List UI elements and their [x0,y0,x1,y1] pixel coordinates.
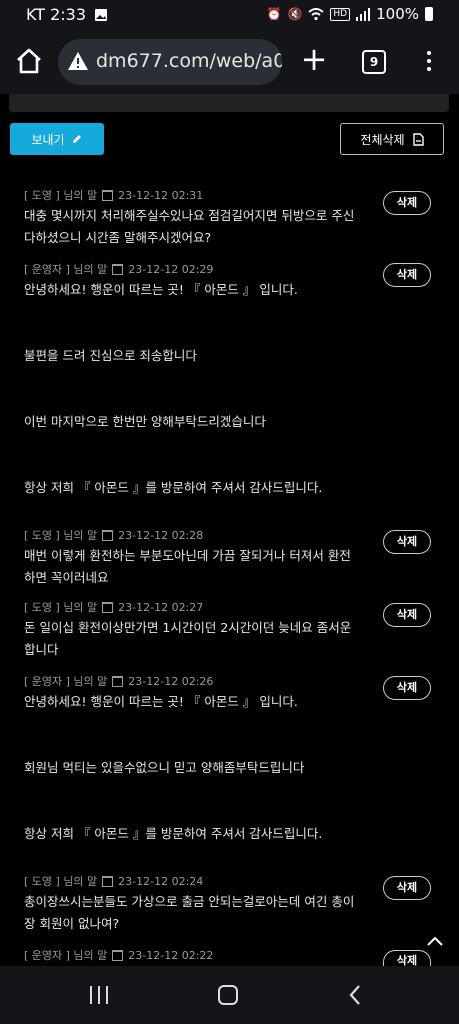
new-tab-plus-icon[interactable]: + [298,43,330,76]
address-bar[interactable]: dm677.com/web/a0 [58,39,282,85]
battery-icon [425,7,433,21]
message-time: 23-12-12 02:29 [128,262,214,276]
delete-button[interactable]: 삭제 [383,876,431,900]
carrier-time: KT 2:33 [26,5,87,24]
message-meta: [ 운영자 ] 님의 말 23-12-12 02:22 [24,948,374,963]
wifi-icon [308,7,325,20]
calendar-icon [102,189,114,201]
calendar-icon [112,675,124,687]
tab-switcher-button[interactable]: 9 [362,50,386,74]
message-sender: [ 도영 ] 님의 말 [24,529,98,542]
system-nav-bar [0,966,459,1024]
message-item: [ 운영자 ] 님의 말 23-12-12 02:26 안녕하세요! 행운이 따… [24,674,374,845]
delete-button[interactable]: 삭제 [383,676,431,700]
home-icon[interactable] [14,46,44,76]
battery-percent: 100% [376,5,419,23]
message-meta: [ 운영자 ] 님의 말 23-12-12 02:29 [24,262,374,277]
calendar-icon [112,263,124,275]
delete-button[interactable]: 삭제 [383,530,431,554]
gallery-notification-icon [95,8,108,21]
message-time: 23-12-12 02:22 [128,948,214,962]
calendar-icon [102,875,114,887]
message-item: [ 도영 ] 님의 말 23-12-12 02:27 돈 일이십 환전이상만가면… [24,600,374,661]
message-time: 23-12-12 02:27 [118,600,204,614]
message-sender: [ 도영 ] 님의 말 [24,875,98,888]
message-item: [ 도영 ] 님의 말 23-12-12 02:24 총이장쓰시는분들도 가상으… [24,874,374,935]
message-meta: [ 도영 ] 님의 말 23-12-12 02:24 [24,874,374,889]
signal-icon [356,7,371,21]
delete-all-label: 전체삭제 [360,132,405,147]
message-meta: [ 도영 ] 님의 말 23-12-12 02:27 [24,600,374,615]
pencil-icon [72,135,81,143]
message-text: 총이장쓰시는분들도 가상으로 출금 안되는걸로아는데 여긴 총이 장 회원이 없… [24,894,355,931]
warning-icon[interactable] [67,51,89,71]
send-button[interactable]: 보내기 [10,123,104,155]
status-left: KT 2:33 [26,5,108,24]
message-time: 23-12-12 02:28 [118,528,204,542]
mute-icon: 🔇 [287,7,303,21]
message-text: 매번 이렇게 환전하는 부분도아닌데 가끔 잘되거나 터져서 환전 하면 꼭이러… [24,548,351,585]
message-time: 23-12-12 02:26 [128,674,214,688]
message-item: [ 도영 ] 님의 말 23-12-12 02:28 매번 이렇게 환전하는 부… [24,528,374,589]
status-bar: KT 2:33 ⏰ 🔇 HD 100% [0,0,459,30]
send-label: 보내기 [31,132,65,147]
message-time: 23-12-12 02:24 [118,874,204,888]
message-text: 안녕하세요! 행운이 따르는 곳! 『 아몬드 』 입니다. 회원님 먹티는 있… [24,694,323,841]
url-text[interactable]: dm677.com/web/a0 [96,50,282,72]
message-meta: [ 운영자 ] 님의 말 23-12-12 02:26 [24,674,374,689]
message-item: [ 운영자 ] 님의 말 23-12-12 02:22 [24,948,374,963]
message-meta: [ 도영 ] 님의 말 23-12-12 02:31 [24,188,374,203]
message-text: 돈 일이십 환전이상만가면 1시간이던 2시간이던 늦네요 좀서운 합니다 [24,620,352,657]
message-sender: [ 도영 ] 님의 말 [24,189,98,202]
compose-area-edge [9,94,449,112]
message-sender: [ 운영자 ] 님의 말 [24,675,108,688]
calendar-icon [112,949,124,961]
message-sender: [ 운영자 ] 님의 말 [24,263,108,276]
message-text: 안녕하세요! 행운이 따르는 곳! 『 아몬드 』 입니다. 불편을 드려 진심… [24,282,323,495]
delete-button[interactable]: 삭제 [383,191,431,215]
message-sender: [ 도영 ] 님의 말 [24,601,98,614]
message-time: 23-12-12 02:31 [118,188,204,202]
browser-toolbar: dm677.com/web/a0 + 9 [0,30,459,94]
message-meta: [ 도영 ] 님의 말 23-12-12 02:28 [24,528,374,543]
alarm-icon: ⏰ [266,7,282,21]
message-text: 대충 몇시까지 처리해주실수있나요 점검길어지면 뒤방으로 주신 다하셨으니 시… [24,208,355,245]
more-menu-icon[interactable] [420,48,438,76]
calendar-icon [102,529,114,541]
message-item: [ 도영 ] 님의 말 23-12-12 02:31 대충 몇시까지 처리해주실… [24,188,374,249]
status-right: ⏰ 🔇 HD 100% [266,5,433,23]
delete-button[interactable]: 삭제 [383,950,431,966]
scroll-to-top-chevron-icon[interactable] [425,934,445,948]
hd-voice-icon: HD [330,7,351,21]
delete-button[interactable]: 삭제 [383,603,431,627]
delete-button[interactable]: 삭제 [383,263,431,287]
calendar-icon [102,601,114,613]
recent-apps-icon[interactable] [90,986,108,1004]
delete-all-button[interactable]: 전체삭제 [340,123,444,155]
document-icon [412,132,424,146]
back-chevron-icon[interactable] [348,984,362,1006]
message-item: [ 운영자 ] 님의 말 23-12-12 02:29 안녕하세요! 행운이 따… [24,262,374,499]
nav-home-icon[interactable] [218,985,238,1005]
message-sender: [ 운영자 ] 님의 말 [24,949,108,962]
